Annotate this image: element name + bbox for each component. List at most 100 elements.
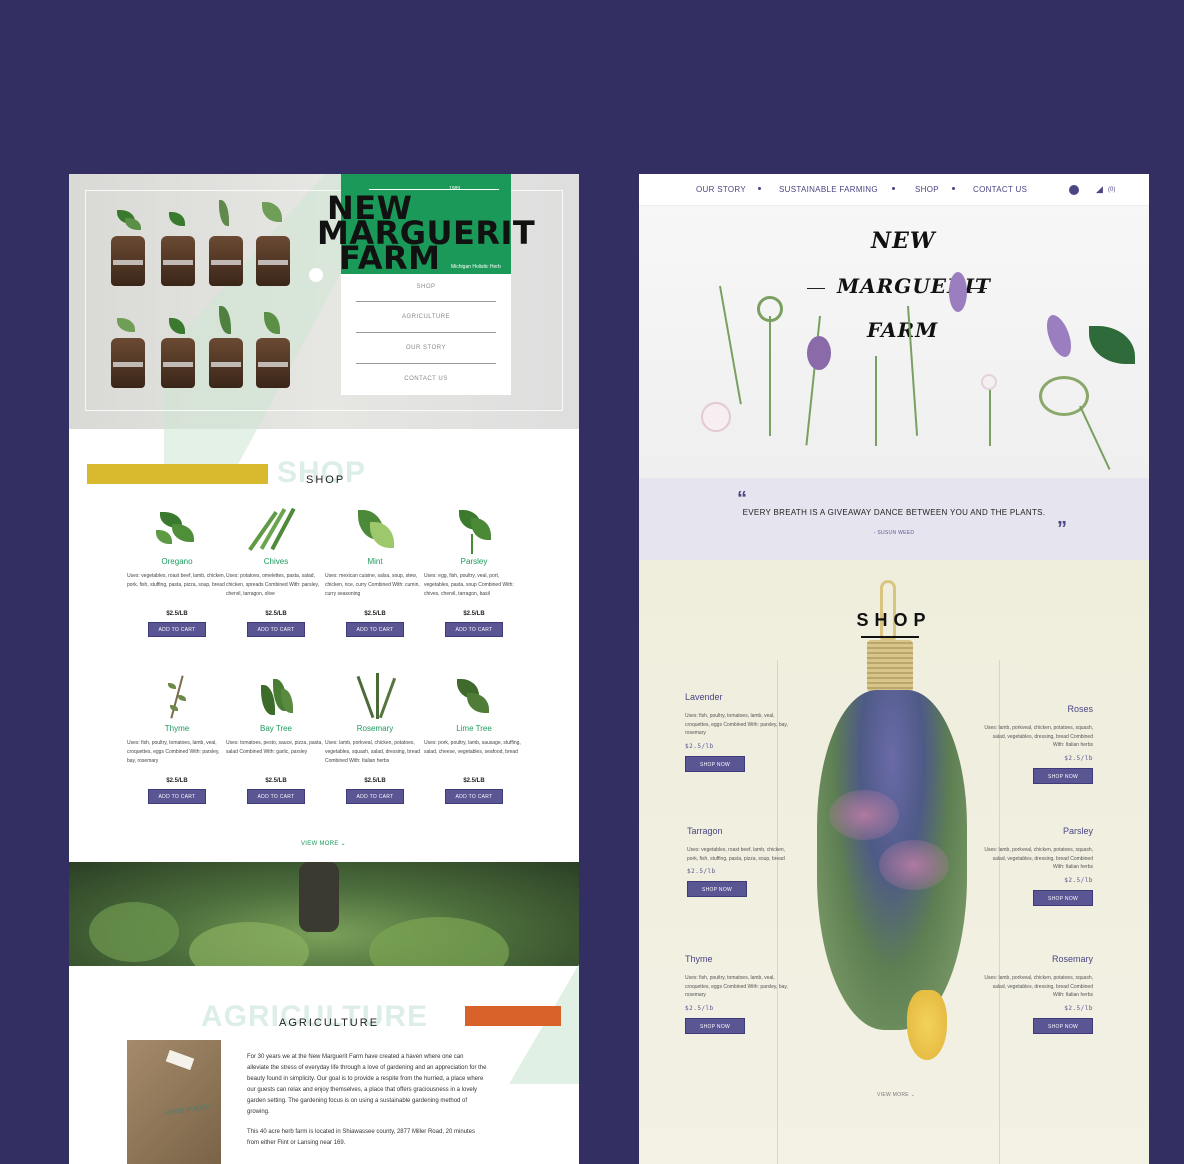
parsley-image bbox=[449, 504, 499, 554]
herb-card-parsley: Parsley Uses: egg, fish, poultry, veal, … bbox=[424, 504, 524, 637]
herb-uses: Uses: egg, fish, poultry, veal, port, ve… bbox=[424, 573, 514, 597]
nav-our-story[interactable]: OUR STORY bbox=[696, 185, 746, 194]
chevron-down-icon: ⌄ bbox=[910, 1092, 916, 1098]
herb-name: Thyme bbox=[164, 724, 190, 733]
herb-card-chives: Chives Uses: potatoes, omelettes, pasta,… bbox=[226, 504, 326, 637]
nav-shop[interactable]: SHOP bbox=[915, 185, 939, 194]
product-name: Thyme bbox=[685, 954, 713, 964]
sack-tag bbox=[165, 1049, 195, 1071]
chives-image bbox=[248, 504, 301, 554]
herb-card-oregano: Oregano Uses: vegetables, roast beef, la… bbox=[127, 504, 227, 637]
logo-title: NEW MARGUERIT FARM bbox=[317, 192, 567, 274]
herb-card-lime-tree: Lime Tree Uses: pork, poultry, lamb, sau… bbox=[424, 671, 524, 804]
menu-divider bbox=[356, 301, 496, 302]
product-uses: Uses: fish, poultry, tomatoes, lamb, vea… bbox=[685, 713, 788, 736]
hero-logo-line-1: NEW bbox=[871, 228, 936, 254]
shop-now-button[interactable]: SHOP NOW bbox=[687, 881, 747, 897]
lime-tree-image bbox=[449, 671, 499, 721]
product-uses: Uses: lamb, porkveal, chicken, potatoes,… bbox=[984, 847, 1093, 870]
product-price: $2.5/lb bbox=[685, 1004, 714, 1012]
chevron-down-icon: ⌄ bbox=[340, 841, 346, 847]
thyme-image bbox=[152, 671, 202, 721]
product-tarragon: Tarragon Uses: vegetables, roast beef, l… bbox=[687, 826, 797, 897]
herb-uses: Uses: lamb, porkveal, chicken, potatoes,… bbox=[325, 740, 421, 764]
herb-price: $2.5/LB bbox=[364, 778, 386, 784]
nav-bullet bbox=[952, 187, 955, 190]
herb-card-rosemary: Rosemary Uses: lamb, porkveal, chicken, … bbox=[325, 671, 425, 804]
herb-name: Mint bbox=[367, 557, 383, 566]
menu-item-our-story[interactable]: OUR STORY bbox=[356, 345, 496, 351]
nav-bullet bbox=[892, 187, 895, 190]
menu-item-shop[interactable]: SHOP bbox=[356, 284, 496, 290]
oregano-image bbox=[152, 504, 202, 554]
menu-item-agriculture[interactable]: AGRICULTURE bbox=[356, 314, 496, 320]
herb-price: $2.5/LB bbox=[463, 778, 485, 784]
herb-card-thyme: Thyme Uses: fish, poultry, tomatoes, lam… bbox=[127, 671, 227, 804]
herb-uses: Uses: fish, poultry, tomatoes, lamb, vea… bbox=[127, 740, 220, 764]
product-price: $2.5/lb bbox=[1064, 876, 1093, 884]
add-to-cart-button[interactable]: ADD TO CART bbox=[346, 789, 404, 804]
herb-price: $2.5/LB bbox=[166, 778, 188, 784]
add-to-cart-button[interactable]: ADD TO CART bbox=[148, 622, 206, 637]
herb-price: $2.5/LB bbox=[166, 611, 188, 617]
add-to-cart-button[interactable]: ADD TO CART bbox=[148, 789, 206, 804]
add-to-cart-button[interactable]: ADD TO CART bbox=[445, 622, 503, 637]
shop-accent-bar bbox=[87, 464, 268, 484]
herb-price: $2.5/LB bbox=[265, 778, 287, 784]
logo-subtitle: Michigan Holistic Herb bbox=[451, 264, 501, 270]
top-nav: OUR STORY SUSTAINABLE FARMING SHOP CONTA… bbox=[639, 174, 1149, 206]
herb-card-mint: Mint Uses: mexican cuisine, salsa, soup,… bbox=[325, 504, 425, 637]
add-to-cart-button[interactable]: ADD TO CART bbox=[247, 789, 305, 804]
product-name: Roses bbox=[1067, 704, 1093, 714]
cart-icon[interactable]: ◢ bbox=[1096, 184, 1103, 195]
quote-author: - SUSUN WEED bbox=[873, 530, 915, 536]
nav-sustainable-farming[interactable]: SUSTAINABLE FARMING bbox=[779, 185, 878, 194]
menu-divider bbox=[356, 332, 496, 333]
shop-now-button[interactable]: SHOP NOW bbox=[1033, 767, 1093, 784]
view-more-link[interactable]: VIEW MORE ⌄ bbox=[301, 840, 346, 847]
product-uses: Uses: vegetables, roast beef, lamb, chic… bbox=[687, 847, 786, 862]
add-to-cart-button[interactable]: ADD TO CART bbox=[445, 789, 503, 804]
hero-logo-line-2: MARGUERIT bbox=[837, 274, 991, 298]
menu-item-contact-us[interactable]: CONTACT US bbox=[356, 376, 496, 382]
nav-contact-us[interactable]: CONTACT US bbox=[973, 185, 1027, 194]
shop-title: SHOP bbox=[856, 610, 932, 630]
agriculture-accent-bar bbox=[465, 1006, 561, 1026]
herb-price: $2.5/LB bbox=[364, 611, 386, 617]
product-roses: Roses Uses: lamb, porkveal, chicken, pot… bbox=[983, 704, 1093, 784]
hero-logo-line-3: FARM bbox=[867, 318, 939, 342]
quote-banner: “ EVERY BREATH IS A GIVEAWAY DANCE BETWE… bbox=[639, 478, 1149, 560]
bay-tree-image bbox=[251, 671, 301, 721]
herb-uses: Uses: mexican cuisine, salsa, soup, stew… bbox=[325, 573, 420, 597]
logo-dash bbox=[969, 288, 987, 289]
product-thyme: Thyme Uses: fish, poultry, tomatoes, lam… bbox=[685, 954, 795, 1034]
view-more-link[interactable]: VIEW MORE ⌄ bbox=[877, 1092, 915, 1098]
shop-now-button[interactable]: SHOP NOW bbox=[1033, 1017, 1093, 1034]
product-uses: Uses: fish, poultry, tomatoes, lamb, vea… bbox=[685, 975, 788, 998]
product-name: Parsley bbox=[1062, 826, 1093, 836]
herb-uses: Uses: vegetables, roast beef, lamb, chic… bbox=[127, 573, 226, 588]
user-account-icon[interactable] bbox=[1069, 185, 1079, 195]
left-nav-menu: SHOP AGRICULTURE OUR STORY CONTACT US bbox=[341, 274, 511, 395]
cart-count: (0) bbox=[1108, 187, 1116, 193]
agriculture-section-title: AGRICULTURE bbox=[279, 1017, 380, 1029]
herb-name: Rosemary bbox=[356, 724, 394, 733]
product-name: Tarragon bbox=[687, 826, 723, 836]
product-parsley: Parsley Uses: lamb, porkveal, chicken, p… bbox=[983, 826, 1093, 906]
product-lavender: Lavender Uses: fish, poultry, tomatoes, … bbox=[685, 692, 795, 772]
shop-now-button[interactable]: SHOP NOW bbox=[685, 1017, 745, 1034]
product-rosemary: Rosemary Uses: lamb, porkveal, chicken, … bbox=[983, 954, 1093, 1034]
shop-title-underline bbox=[861, 636, 919, 638]
shop-section: SHOP Lavender Uses: fish, poultry, tomat… bbox=[639, 560, 1149, 1164]
add-to-cart-button[interactable]: ADD TO CART bbox=[247, 622, 305, 637]
herb-uses: Uses: potatoes, omelettes, pasta, salad,… bbox=[226, 573, 320, 597]
product-uses: Uses: lamb, porkveal, chicken, potatoes,… bbox=[984, 725, 1093, 748]
left-page-mockup: 1989 NEW MARGUERIT FARM Michigan Holisti… bbox=[69, 174, 579, 1164]
shop-now-button[interactable]: SHOP NOW bbox=[1033, 889, 1093, 906]
add-to-cart-button[interactable]: ADD TO CART bbox=[346, 622, 404, 637]
product-name: Lavender bbox=[685, 692, 723, 702]
herb-name: Chives bbox=[263, 557, 289, 566]
shop-now-button[interactable]: SHOP NOW bbox=[685, 755, 745, 772]
logo-year: 1989 bbox=[449, 186, 461, 192]
herb-card-bay-tree: Bay Tree Uses: tomatoes, pesto, sauce, p… bbox=[226, 671, 326, 804]
